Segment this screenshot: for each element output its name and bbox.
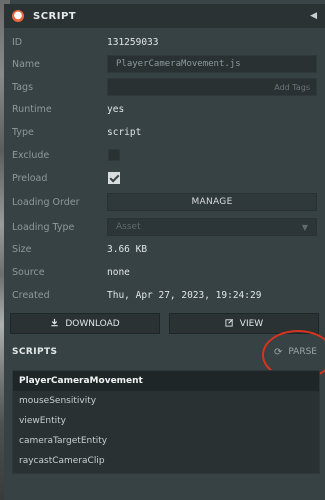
row-loading-order: Loading Order MANAGE	[4, 192, 325, 212]
row-created: Created Thu, Apr 27, 2023, 19:24:29	[4, 285, 325, 305]
preload-label: Preload	[12, 172, 48, 184]
source-value: none	[107, 266, 130, 278]
script-item-playercameramovement[interactable]: PlayerCameraMovement	[13, 371, 319, 391]
download-label: DOWNLOAD	[65, 318, 120, 329]
id-label: ID	[12, 36, 23, 48]
row-size: Size 3.66 KB	[4, 239, 325, 259]
script-attribute-item[interactable]: viewEntity	[13, 411, 319, 431]
name-field[interactable]: PlayerCameraMovement.js	[107, 55, 317, 73]
exclude-label: Exclude	[12, 149, 50, 161]
parse-label: PARSE	[288, 347, 317, 357]
source-label: Source	[12, 266, 45, 278]
script-inspector-panel: ● SCRIPT ◀ ID 131259033 Name PlayerCamer…	[4, 4, 325, 500]
row-exclude: Exclude	[4, 145, 325, 165]
preload-checkbox[interactable]	[108, 172, 120, 184]
row-source: Source none	[4, 262, 325, 282]
chevron-down-icon: ▼	[301, 222, 308, 232]
type-value: script	[107, 126, 142, 138]
loading-type-label: Loading Type	[12, 221, 75, 233]
loading-order-label: Loading Order	[12, 196, 80, 208]
loading-type-value: Asset	[116, 222, 141, 232]
collapse-arrow-icon[interactable]: ◀	[310, 11, 317, 21]
size-value: 3.66 KB	[107, 243, 148, 255]
name-field-value: PlayerCameraMovement.js	[116, 59, 241, 69]
row-id: ID 131259033	[4, 32, 325, 52]
loading-type-select[interactable]: Asset ▼	[107, 218, 317, 236]
id-value: 131259033	[107, 36, 159, 48]
row-type: Type script	[4, 122, 325, 142]
type-label: Type	[12, 126, 34, 138]
size-label: Size	[12, 243, 32, 255]
parse-button[interactable]: ⟳ PARSE	[274, 347, 317, 358]
row-name: Name PlayerCameraMovement.js	[4, 54, 325, 74]
panel-title: SCRIPT	[33, 10, 77, 22]
row-preload: Preload	[4, 168, 325, 188]
edit-icon	[225, 318, 234, 330]
panel-header[interactable]: ● SCRIPT ◀	[4, 4, 325, 28]
view-button[interactable]: VIEW	[169, 313, 319, 334]
created-label: Created	[12, 289, 50, 301]
row-runtime: Runtime yes	[4, 99, 325, 119]
tags-field[interactable]: Add Tags	[107, 78, 317, 96]
manage-button[interactable]: MANAGE	[107, 193, 317, 211]
scripts-title: SCRIPTS	[12, 347, 58, 357]
script-attribute-item[interactable]: cameraTargetEntity	[13, 431, 319, 451]
scripts-section-header: SCRIPTS ⟳ PARSE	[4, 342, 325, 362]
scripts-list: PlayerCameraMovement mouseSensitivity vi…	[12, 370, 320, 474]
download-button[interactable]: DOWNLOAD	[10, 313, 160, 334]
runtime-value: yes	[107, 103, 125, 115]
name-label: Name	[12, 58, 41, 70]
view-label: VIEW	[239, 318, 264, 329]
refresh-icon: ⟳	[273, 346, 283, 358]
script-attribute-item[interactable]: mouseSensitivity	[13, 391, 319, 411]
runtime-label: Runtime	[12, 103, 52, 115]
tags-placeholder: Add Tags	[274, 82, 310, 92]
script-attribute-item[interactable]: raycastCameraClip	[13, 451, 319, 471]
exclude-checkbox[interactable]	[108, 149, 120, 161]
script-badge-icon: ●	[12, 10, 24, 22]
row-loading-type: Loading Type Asset ▼	[4, 217, 325, 237]
row-tags: Tags Add Tags	[4, 77, 325, 97]
created-value: Thu, Apr 27, 2023, 19:24:29	[107, 289, 262, 301]
download-icon	[50, 318, 59, 330]
tags-label: Tags	[12, 81, 34, 93]
